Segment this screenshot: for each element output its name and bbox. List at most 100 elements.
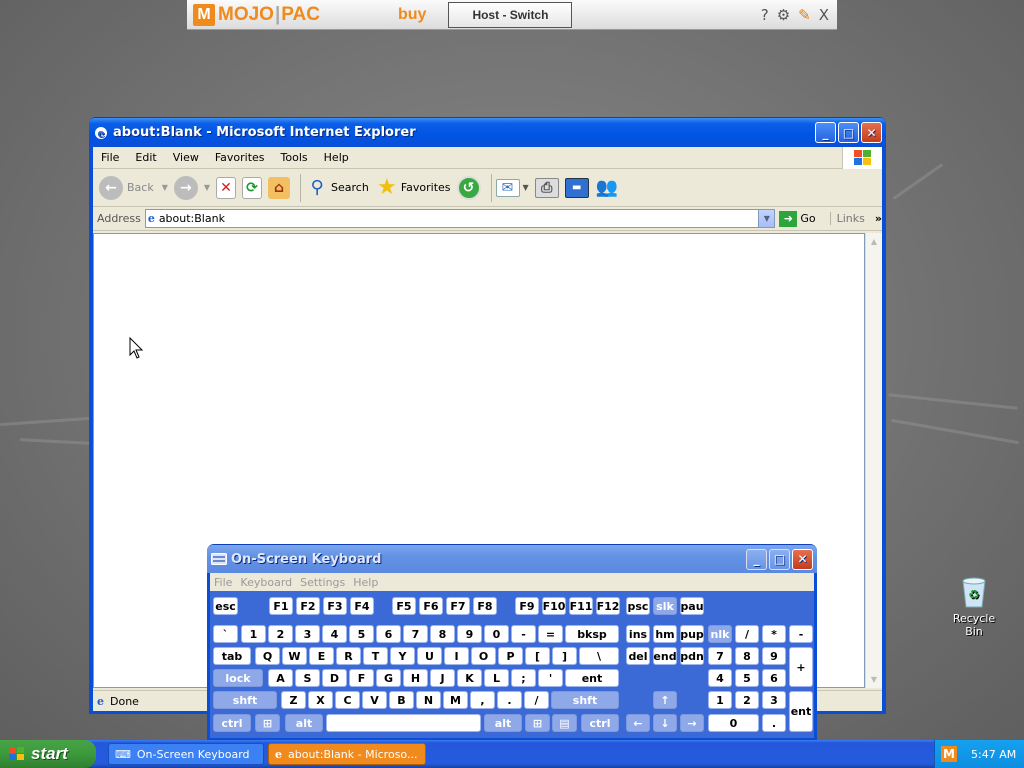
key-alt[interactable]: alt (484, 714, 522, 732)
refresh-button[interactable]: ⟳ (242, 176, 263, 199)
key-F8[interactable]: F8 (473, 597, 497, 615)
osk-menu-file[interactable]: File (210, 576, 236, 589)
key-[[interactable]: [ (525, 647, 550, 665)
pin-icon[interactable]: ✎ (798, 6, 811, 24)
key-6[interactable]: 6 (762, 669, 786, 687)
key-U[interactable]: U (417, 647, 442, 665)
key-.[interactable]: . (497, 691, 522, 709)
key-F4[interactable]: F4 (350, 597, 374, 615)
key-P[interactable]: P (498, 647, 523, 665)
key-9[interactable]: 9 (762, 647, 786, 665)
menu-edit[interactable]: Edit (127, 151, 164, 164)
key-5[interactable]: 5 (349, 625, 374, 643)
key-F12[interactable]: F12 (596, 597, 620, 615)
key-/[interactable]: / (524, 691, 549, 709)
forward-button[interactable]: → ▼ (173, 175, 210, 200)
key-8[interactable]: 8 (735, 647, 759, 665)
key-0[interactable]: 0 (484, 625, 509, 643)
key-2[interactable]: 2 (735, 691, 759, 709)
key-ent[interactable]: ent (565, 669, 619, 687)
key-⊞[interactable]: ⊞ (525, 714, 550, 732)
key-H[interactable]: H (403, 669, 428, 687)
key-2[interactable]: 2 (268, 625, 293, 643)
key-*[interactable]: * (762, 625, 786, 643)
help-icon[interactable]: ? (761, 6, 769, 24)
key-X[interactable]: X (308, 691, 333, 709)
buy-link[interactable]: buy (398, 6, 426, 24)
key-.[interactable]: . (762, 714, 786, 732)
osk-close-button[interactable]: ✕ (792, 548, 813, 570)
key--[interactable]: - (511, 625, 536, 643)
key-T[interactable]: T (363, 647, 388, 665)
history-button[interactable]: ↺ (456, 175, 481, 200)
key-1[interactable]: 1 (241, 625, 266, 643)
key-\[interactable]: \ (579, 647, 619, 665)
key-tab[interactable]: tab (213, 647, 251, 665)
key-6[interactable]: 6 (376, 625, 401, 643)
key-;[interactable]: ; (511, 669, 536, 687)
menu-tools[interactable]: Tools (273, 151, 316, 164)
key-M[interactable]: M (443, 691, 468, 709)
key-end[interactable]: end (653, 647, 677, 665)
key-shft[interactable]: shft (213, 691, 277, 709)
key-V[interactable]: V (362, 691, 387, 709)
key-5[interactable]: 5 (735, 669, 759, 687)
key-bksp[interactable]: bksp (565, 625, 619, 643)
chevron-right-icon[interactable]: » (875, 212, 882, 225)
key-F11[interactable]: F11 (569, 597, 593, 615)
key-ins[interactable]: ins (626, 625, 650, 643)
key-=[interactable]: = (538, 625, 563, 643)
key-numpad-enter[interactable]: ent (789, 691, 813, 732)
key-B[interactable]: B (389, 691, 414, 709)
messenger-button[interactable]: 👥 (595, 176, 619, 200)
key-F3[interactable]: F3 (323, 597, 347, 615)
key-nlk[interactable]: nlk (708, 625, 732, 643)
osk-minimize-button[interactable]: _ (746, 548, 767, 570)
favorites-button[interactable]: ★ Favorites (375, 175, 451, 200)
key-pdn[interactable]: pdn (680, 647, 704, 665)
back-button[interactable]: ← Back ▼ (99, 175, 168, 200)
key-3[interactable]: 3 (295, 625, 320, 643)
key-N[interactable]: N (416, 691, 441, 709)
key-7[interactable]: 7 (403, 625, 428, 643)
key-F6[interactable]: F6 (419, 597, 443, 615)
go-button[interactable]: ➜ Go (779, 210, 816, 227)
start-button[interactable]: start (0, 740, 96, 768)
key-F7[interactable]: F7 (446, 597, 470, 615)
recycle-bin-icon[interactable]: ♻ Recycle Bin (944, 575, 1004, 638)
key-psc[interactable]: psc (626, 597, 650, 615)
key-ctrl[interactable]: ctrl (213, 714, 251, 732)
key-pau[interactable]: pau (680, 597, 704, 615)
key-/[interactable]: / (735, 625, 759, 643)
key-D[interactable]: D (322, 669, 347, 687)
ie-titlebar[interactable]: e about:Blank - Microsoft Internet Explo… (89, 118, 886, 147)
key-F1[interactable]: F1 (269, 597, 293, 615)
key-G[interactable]: G (376, 669, 401, 687)
key-space[interactable] (326, 714, 481, 732)
osk-titlebar[interactable]: On-Screen Keyboard _ □ ✕ (207, 545, 817, 573)
key-F[interactable]: F (349, 669, 374, 687)
key-F10[interactable]: F10 (542, 597, 566, 615)
key-↓[interactable]: ↓ (653, 714, 677, 732)
key-3[interactable]: 3 (762, 691, 786, 709)
osk-menu-help[interactable]: Help (349, 576, 382, 589)
key-ctrl[interactable]: ctrl (581, 714, 619, 732)
key-Q[interactable]: Q (255, 647, 280, 665)
host-switch-button[interactable]: Host - Switch (448, 1, 573, 28)
close-button[interactable]: ✕ (861, 122, 882, 143)
key-⊞[interactable]: ⊞ (255, 714, 280, 732)
menu-view[interactable]: View (165, 151, 207, 164)
key-`[interactable]: ` (213, 625, 238, 643)
menu-file[interactable]: File (93, 151, 127, 164)
key-W[interactable]: W (282, 647, 307, 665)
menu-help[interactable]: Help (316, 151, 357, 164)
stop-button[interactable]: ✕ (216, 176, 237, 199)
menu-favorites[interactable]: Favorites (207, 151, 273, 164)
search-button[interactable]: ⚲ Search (305, 176, 368, 200)
close-icon[interactable]: X (819, 6, 829, 24)
key-R[interactable]: R (336, 647, 361, 665)
key-shft[interactable]: shft (551, 691, 619, 709)
key-slk[interactable]: slk (653, 597, 677, 615)
key-Y[interactable]: Y (390, 647, 415, 665)
scroll-down-icon[interactable]: ▼ (866, 671, 882, 688)
